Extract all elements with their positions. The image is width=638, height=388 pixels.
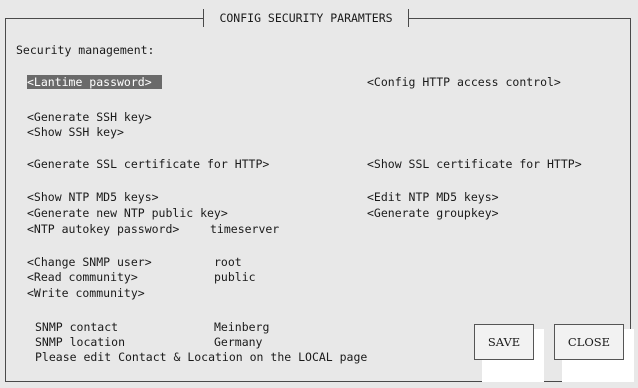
save-button-shadow-side <box>534 329 544 382</box>
close-button[interactable]: CLOSE <box>554 324 624 360</box>
save-button[interactable]: SAVE <box>474 324 534 360</box>
menu-generate-ssh-key[interactable]: <Generate SSH key> <box>27 110 152 124</box>
dialog-title: CONFIG SECURITY PARAMTERS <box>203 9 409 27</box>
menu-show-ssl-cert[interactable]: <Show SSL certificate for HTTP> <box>367 157 582 171</box>
snmp-user-value: root <box>214 255 242 269</box>
menu-show-ntp-md5-keys[interactable]: <Show NTP MD5 keys> <box>27 190 159 204</box>
menu-edit-ntp-md5-keys[interactable]: <Edit NTP MD5 keys> <box>367 190 499 204</box>
section-heading: Security management: <box>16 43 155 57</box>
menu-generate-ntp-public-key[interactable]: <Generate new NTP public key> <box>27 206 228 220</box>
close-button-shadow-side <box>624 329 634 382</box>
snmp-location-value: Germany <box>214 335 263 349</box>
menu-write-community[interactable]: <Write community> <box>27 286 145 300</box>
ntp-autokey-password-value: timeserver <box>210 222 280 236</box>
snmp-contact-value: Meinberg <box>214 320 270 334</box>
snmp-contact-label: SNMP contact <box>35 320 119 334</box>
config-security-screen: CONFIG SECURITY PARAMTERS Security manag… <box>0 0 638 388</box>
menu-config-http-access[interactable]: <Config HTTP access control> <box>367 75 561 89</box>
menu-change-snmp-user[interactable]: <Change SNMP user> <box>27 255 152 269</box>
menu-generate-ssl-cert[interactable]: <Generate SSL certificate for HTTP> <box>27 157 269 171</box>
snmp-edit-note: Please edit Contact & Location on the LO… <box>35 350 368 364</box>
snmp-location-label: SNMP location <box>35 335 126 349</box>
menu-lantime-password[interactable]: <Lantime password> <box>27 75 162 89</box>
read-community-value: public <box>214 270 256 284</box>
menu-ntp-autokey-password[interactable]: <NTP autokey password> <box>27 222 179 236</box>
menu-show-ssh-key[interactable]: <Show SSH key> <box>27 125 124 139</box>
menu-generate-groupkey[interactable]: <Generate groupkey> <box>367 206 499 220</box>
menu-read-community[interactable]: <Read community> <box>27 270 138 284</box>
